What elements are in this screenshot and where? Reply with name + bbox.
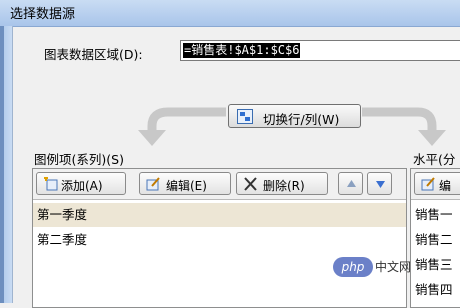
delete-series-label: 删除(R) [263,179,305,193]
edit-axis-label: 编 [439,179,452,193]
edit-series-label: 编辑(E) [166,179,207,193]
data-range-value: =销售表!$A$1:$C$6 [183,43,301,58]
axis-item[interactable]: 销售二 [411,228,460,252]
edit-icon [146,177,160,191]
window-titlebar[interactable]: 选择数据源 [0,0,460,27]
add-series-button[interactable]: 添加(A) [36,172,126,195]
edit-axis-button[interactable]: 编 [414,172,460,195]
switch-row-column-label: 切换行/列(W) [263,112,340,127]
edit-icon [421,177,435,191]
axis-item[interactable]: 销售一 [411,203,460,227]
add-series-label: 添加(A) [61,179,103,193]
axis-labels-title: 水平(分 [413,152,456,167]
arrow-up-icon [347,180,356,187]
edit-series-button[interactable]: 编辑(E) [139,172,231,195]
arrow-down-icon [376,181,385,188]
legend-item[interactable]: 第一季度 [33,203,406,227]
watermark-badge: php [333,257,373,277]
swap-arrow-right-icon [362,107,446,146]
axis-toolbar: 编 [411,169,460,200]
delete-series-button[interactable]: 删除(R) [236,172,328,195]
axis-item[interactable]: 销售三 [411,253,460,277]
axis-labels-panel: 编 销售一 销售二 销售三 销售四 [410,168,460,308]
delete-icon [244,177,257,191]
watermark-text: 中文网 [375,260,412,274]
data-range-input[interactable]: =销售表!$A$1:$C$6 [180,40,460,61]
window-left-edge [0,26,4,303]
switch-row-column-button[interactable]: 切换行/列(W) [228,104,361,128]
legend-item[interactable]: 第二季度 [33,228,406,252]
legend-toolbar: 添加(A) 编辑(E) 删除(R) [33,169,406,200]
legend-entries-panel: 添加(A) 编辑(E) 删除(R) 第一季度 第二季度 [32,168,407,308]
window-title: 选择数据源 [10,7,76,22]
switch-row-column-icon [237,109,253,124]
data-range-label: 图表数据区域(D): [44,47,143,62]
legend-entries-title: 图例项(系列)(S) [34,152,124,167]
watermark: php 中文网 [333,255,411,279]
swap-arrow-left-icon [138,107,226,146]
move-up-button[interactable] [338,172,363,195]
add-icon [44,177,58,191]
axis-item[interactable]: 销售四 [411,278,460,302]
move-down-button[interactable] [367,172,392,195]
